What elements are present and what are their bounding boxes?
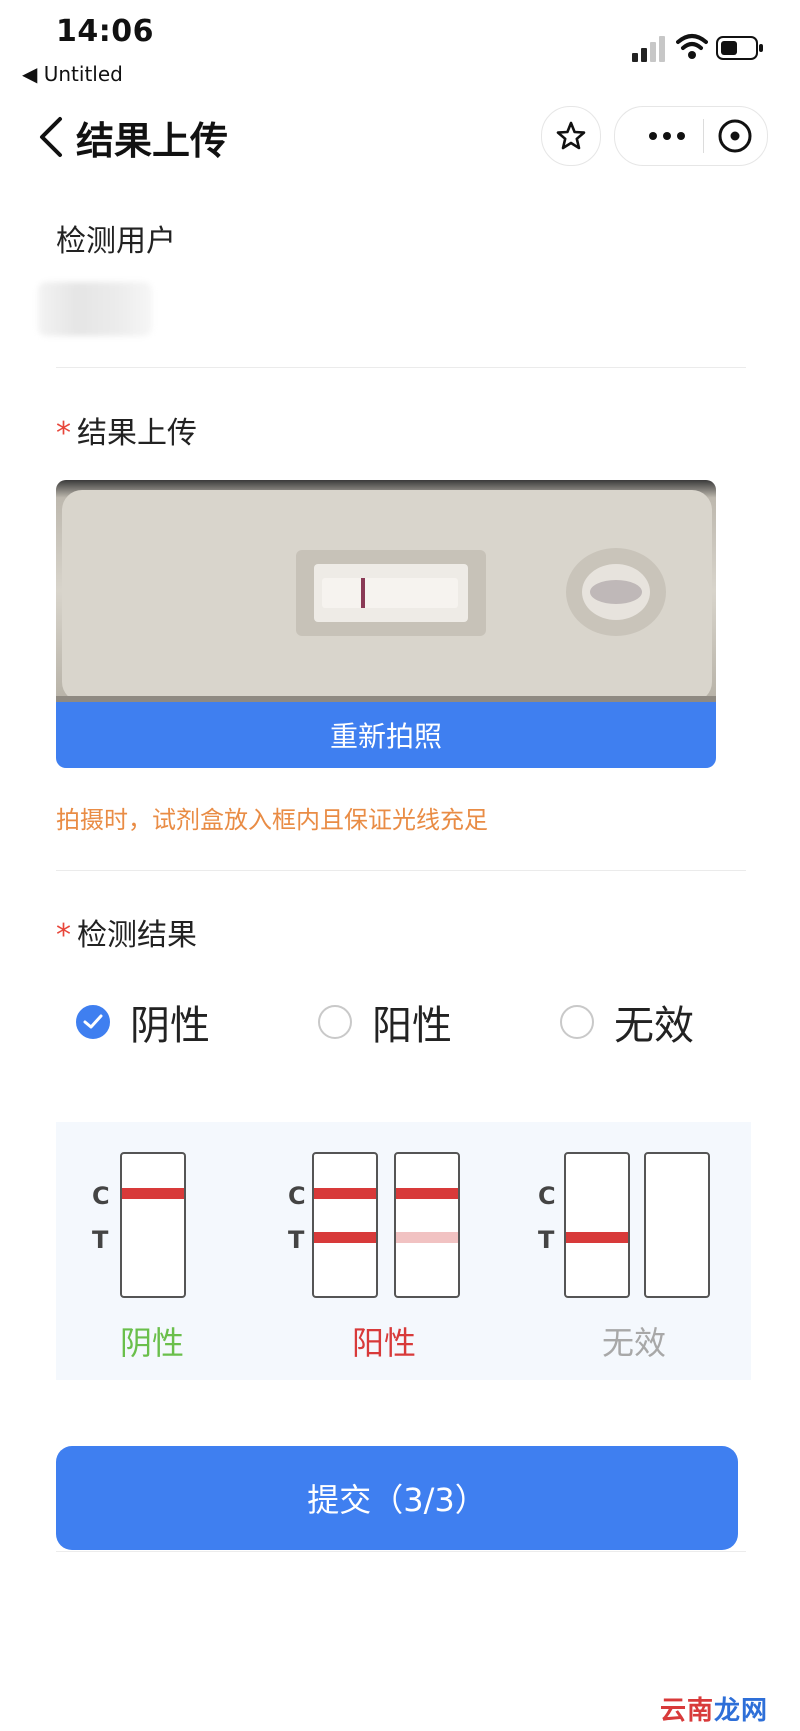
c-line-label: C bbox=[92, 1182, 110, 1210]
radio-negative[interactable]: 阴性 bbox=[76, 990, 210, 1054]
divider bbox=[56, 1551, 746, 1552]
upload-label-text: 结果上传 bbox=[77, 416, 197, 451]
battery-icon bbox=[716, 36, 763, 60]
close-miniprogram-button[interactable] bbox=[713, 115, 757, 157]
radio-unchecked-icon[interactable] bbox=[560, 1005, 594, 1039]
cassette-positive-faint bbox=[394, 1152, 460, 1298]
radio-positive[interactable]: 阳性 bbox=[318, 990, 452, 1054]
capsule-divider bbox=[703, 119, 704, 153]
more-dots-icon bbox=[649, 132, 685, 140]
radio-checked-icon[interactable] bbox=[76, 1005, 110, 1039]
radio-positive-label: 阳性 bbox=[372, 1003, 452, 1049]
back-arrow-icon[interactable] bbox=[36, 116, 66, 158]
watermark-logo: 云南龙网 bbox=[660, 1690, 768, 1727]
t-band-faint bbox=[396, 1232, 458, 1243]
submit-button[interactable]: 提交（3/3） bbox=[56, 1446, 738, 1550]
user-label: 检测用户 bbox=[56, 224, 176, 259]
divider bbox=[56, 870, 746, 871]
watermark-part1: 云南 bbox=[660, 1696, 715, 1726]
c-band bbox=[122, 1188, 184, 1199]
retake-photo-button[interactable]: 重新拍照 bbox=[56, 702, 716, 768]
miniprogram-capsule bbox=[614, 106, 768, 166]
photo-tip: 拍摄时，试剂盒放入框内且保证光线充足 bbox=[56, 806, 488, 834]
c-line-label: C bbox=[288, 1182, 306, 1210]
c-band bbox=[314, 1188, 376, 1199]
guide-positive-label: 阳性 bbox=[352, 1324, 417, 1362]
radio-unchecked-icon[interactable] bbox=[318, 1005, 352, 1039]
test-cassette-image bbox=[56, 480, 716, 702]
guide-invalid-label: 无效 bbox=[602, 1324, 667, 1362]
user-name-blurred bbox=[38, 282, 152, 336]
upload-label: * 结果上传 bbox=[56, 408, 197, 452]
cassette-negative bbox=[120, 1152, 186, 1298]
cassette-invalid-blank bbox=[644, 1152, 710, 1298]
result-label-text: 检测结果 bbox=[77, 918, 197, 953]
more-options-button[interactable] bbox=[637, 117, 697, 155]
required-mark: * bbox=[56, 416, 71, 451]
close-circle-icon bbox=[718, 119, 752, 153]
page-title: 结果上传 bbox=[76, 119, 229, 163]
cassette-invalid-t-only bbox=[564, 1152, 630, 1298]
watermark-part2: 龙网 bbox=[714, 1696, 769, 1726]
wifi-icon bbox=[676, 34, 708, 59]
star-icon bbox=[556, 121, 586, 150]
required-mark: * bbox=[56, 918, 71, 953]
test-kit-photo[interactable] bbox=[56, 480, 716, 702]
status-time: 14:06 bbox=[56, 14, 154, 49]
guide-negative-label: 阴性 bbox=[120, 1324, 185, 1362]
cassette-positive-strong bbox=[312, 1152, 378, 1298]
c-band bbox=[396, 1188, 458, 1199]
radio-negative-label: 阴性 bbox=[130, 1003, 210, 1049]
result-guide: C T 阴性 C T 阳性 C T 无效 bbox=[56, 1122, 751, 1380]
t-line-label: T bbox=[538, 1226, 555, 1254]
t-line-label: T bbox=[288, 1226, 305, 1254]
t-band bbox=[314, 1232, 376, 1243]
favorite-button[interactable] bbox=[541, 106, 601, 166]
result-label: * 检测结果 bbox=[56, 910, 197, 954]
radio-invalid-label: 无效 bbox=[614, 1003, 694, 1049]
divider bbox=[56, 367, 746, 368]
cellular-signal-icon bbox=[632, 36, 665, 62]
back-to-app-link[interactable]: ◀ Untitled bbox=[22, 62, 123, 86]
radio-invalid[interactable]: 无效 bbox=[560, 990, 694, 1054]
c-line-label: C bbox=[538, 1182, 556, 1210]
t-band bbox=[566, 1232, 628, 1243]
t-line-label: T bbox=[92, 1226, 109, 1254]
